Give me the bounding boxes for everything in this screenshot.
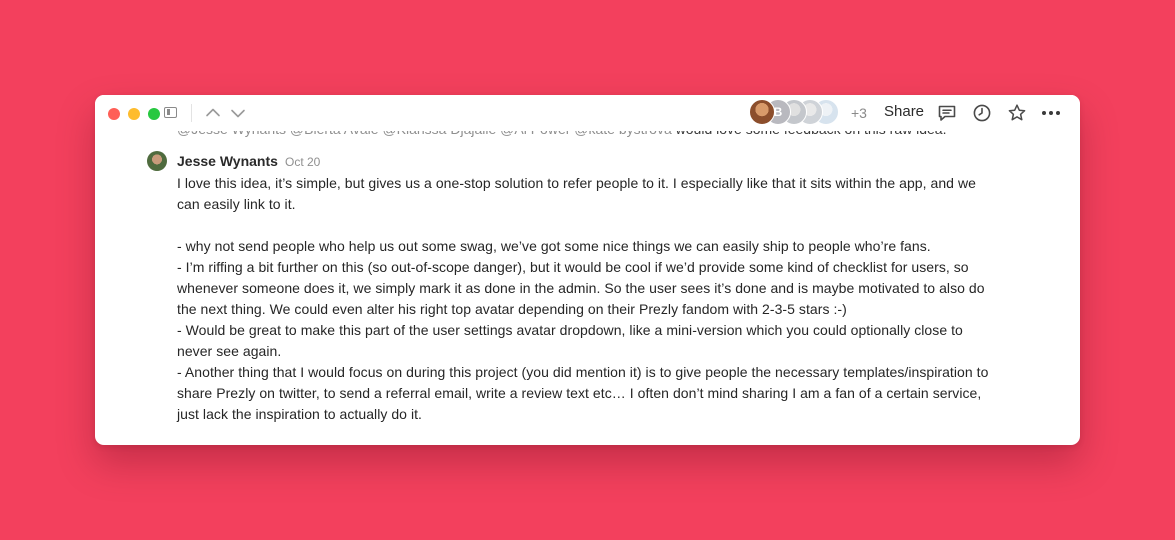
sidebar-toggle-icon[interactable] <box>164 107 177 118</box>
more-icon[interactable] <box>1040 102 1062 124</box>
minimize-window-button[interactable] <box>128 108 140 120</box>
comment-line: - I’m riffing a bit further on this (so … <box>177 259 969 275</box>
comment-line: - Another thing that I would focus on du… <box>177 364 989 380</box>
comment-thread: @Jesse Wynants @Bierta Avale @Klarissa D… <box>95 95 1080 445</box>
app-window: @Jesse Wynants @Bierta Avale @Klarissa D… <box>95 95 1080 445</box>
chevron-up-icon[interactable] <box>204 104 222 122</box>
comment-line: - why not send people who help us out so… <box>177 238 931 254</box>
avatar[interactable] <box>749 99 775 125</box>
share-button[interactable]: Share <box>884 103 924 120</box>
more-collaborators-count[interactable]: +3 <box>851 105 867 121</box>
comment-line: whenever someone does it, we simply mark… <box>177 280 985 296</box>
chevron-down-icon[interactable] <box>229 104 247 122</box>
close-window-button[interactable] <box>108 108 120 120</box>
history-icon[interactable] <box>971 102 993 124</box>
comment-line: can easily link to it. <box>177 196 296 212</box>
maximize-window-button[interactable] <box>148 108 160 120</box>
comment-line: - Would be great to make this part of th… <box>177 322 963 338</box>
comments-icon[interactable] <box>936 102 958 124</box>
toolbar-divider <box>191 104 192 122</box>
comment-author[interactable]: Jesse Wynants <box>177 153 278 169</box>
comment-line: the next thing. We could even alter his … <box>177 301 847 317</box>
star-icon[interactable] <box>1006 102 1028 124</box>
title-bar: B +3 Share <box>95 95 1080 131</box>
comment-date: Oct 20 <box>285 155 321 169</box>
comment-author-avatar[interactable] <box>147 151 167 171</box>
comment-line: just lack the inspiration to actually do… <box>177 406 422 422</box>
comment-line: never see again. <box>177 343 282 359</box>
comment-line: I love this idea, it’s simple, but gives… <box>177 175 976 191</box>
comment-line: share Prezly on twitter, to send a refer… <box>177 385 982 401</box>
